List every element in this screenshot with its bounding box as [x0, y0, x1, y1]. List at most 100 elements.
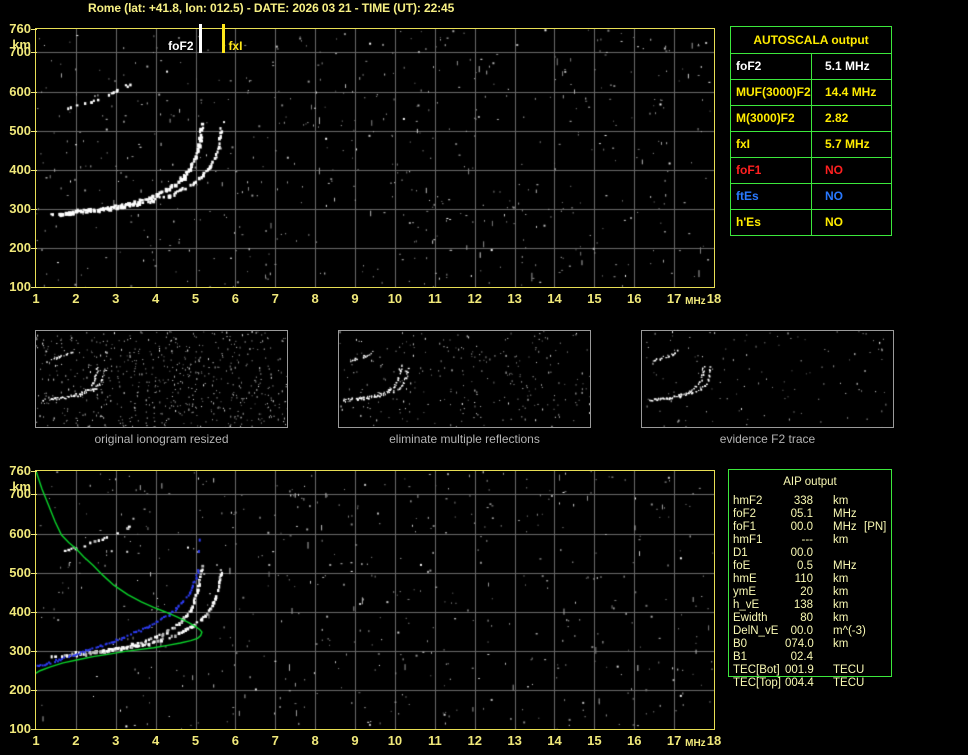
aip-label: Ewidth: [733, 612, 768, 624]
x-tick-label: 5: [191, 733, 200, 748]
table-row: ftEs NO: [731, 184, 891, 210]
aip-value: 110: [794, 573, 813, 585]
y-tick-label: 500: [9, 122, 31, 138]
x-tick-label: 13: [507, 733, 522, 748]
aip-unit: km: [833, 495, 849, 507]
x-tick-label: 8: [311, 733, 319, 748]
aip-unit: MHz: [833, 560, 857, 572]
aip-note: [PN]: [864, 521, 887, 533]
aip-value: 20: [800, 586, 813, 598]
aip-note: [864, 638, 892, 651]
aip-label: hmF1: [733, 534, 763, 546]
autoscala-table-title: AUTOSCALA output: [731, 27, 891, 54]
y-tick-mark: [31, 287, 37, 288]
thumbnail-canvas: [36, 331, 287, 427]
aip-value: 004.4: [785, 677, 814, 689]
y-tick-label: 760: [9, 21, 31, 36]
y-tick-mark: [31, 572, 37, 574]
y-tick-label: 400: [9, 603, 31, 619]
aip-label: hmE: [733, 573, 757, 585]
aip-label: ymE: [733, 586, 756, 598]
y-tick-label: 300: [9, 642, 31, 658]
aip-table-title: AIP output: [783, 476, 837, 488]
aip-unit: MHz: [833, 508, 857, 520]
parameter-label: h'Es: [731, 210, 812, 235]
x-tick-label: 1: [32, 733, 40, 748]
aip-unit: km: [833, 586, 849, 598]
table-row: hmF1 --- km: [728, 534, 892, 547]
aip-value: 0.5: [797, 560, 813, 572]
x-tick-label: 9: [351, 733, 359, 748]
aip-value: 001.9: [785, 664, 814, 676]
x-tick-label: 13: [507, 291, 522, 306]
aip-unit: m^(-3): [833, 625, 866, 637]
aip-note: [864, 599, 892, 612]
x-tick-label: 12: [467, 291, 482, 306]
frequency-marker-line: [222, 24, 226, 53]
autoscala-output-table: AUTOSCALA output foF2 5.1 MHz MUF(3000)F2 1…: [730, 26, 892, 236]
parameter-label: fxI: [731, 132, 812, 157]
x-tick-label: 4: [152, 733, 160, 748]
aip-label: TEC[Top]: [733, 677, 781, 689]
y-tick-label: 500: [9, 564, 31, 580]
aip-note: [864, 560, 892, 573]
table-row: M(3000)F2 2.82: [731, 106, 891, 132]
x-tick-label: 14: [547, 733, 562, 748]
table-row: foF1 00.0 MHz [PN]: [728, 521, 892, 534]
y-tick-label: 200: [9, 239, 31, 255]
y-tick-label: 300: [9, 200, 31, 216]
parameter-label: ftEs: [731, 184, 812, 209]
y-tick-mark: [31, 208, 37, 210]
table-row: foF2 5.1 MHz: [731, 54, 891, 80]
thumbnail-eliminate-reflections: [338, 330, 591, 428]
table-row: h'Es NO: [731, 210, 891, 235]
parameter-value: NO: [825, 163, 843, 177]
x-tick-label: 7: [271, 733, 279, 748]
aip-unit: TECU: [833, 677, 865, 689]
aip-table-rows: hmF2 338 km foF2 05.1 MHz foF1 00.0 MHz [PN] hmF1 -…: [728, 495, 892, 690]
x-tick-label: 3: [112, 733, 120, 748]
parameter-value: 5.7 MHz: [825, 137, 870, 151]
x-tick-label: 8: [311, 291, 319, 306]
x-tick-label: 15: [587, 291, 602, 306]
scaled-ionogram-plot: 760 700 600 500 400 300 200 100 km 1 2 3 4 5 6 7 8 9 10 11 1…: [9, 21, 721, 307]
parameter-value: 2.82: [825, 111, 849, 125]
x-tick-label: 10: [387, 291, 403, 306]
thumbnail-original-ionogram: [35, 330, 288, 428]
aip-unit: TECU: [833, 664, 865, 676]
table-row: DelN_vE 00.0 m^(-3): [728, 625, 892, 638]
table-row: TEC[Bot] 001.9 TECU: [728, 664, 892, 677]
table-row: fxI 5.7 MHz: [731, 132, 891, 158]
y-tick-label: 200: [9, 681, 31, 697]
aip-value: 02.4: [790, 651, 813, 663]
autoscala-table-rows: foF2 5.1 MHz MUF(3000)F2 14.4 MHz M(3000)F2 2…: [731, 54, 891, 235]
aip-note: [864, 508, 892, 521]
x-tick-label: 2: [72, 733, 80, 748]
y-tick-mark: [31, 169, 37, 171]
aip-value: 138: [793, 599, 813, 611]
table-row: Ewidth 80 km: [728, 612, 892, 625]
thumbnail-caption: evidence F2 trace: [719, 432, 816, 446]
x-tick-label: 17: [666, 291, 682, 306]
y-tick-label: 760: [9, 463, 31, 478]
x-axis-unit-label: MHz: [685, 296, 706, 307]
parameter-label: MUF(3000)F2: [731, 80, 812, 105]
thumbnail-canvas: [642, 331, 893, 427]
thumbnail-caption: original ionogram resized: [94, 432, 229, 446]
table-row: B1 02.4: [728, 651, 892, 664]
x-tick-label: 17: [666, 733, 682, 748]
parameter-value: 5.1 MHz: [825, 59, 870, 73]
parameter-label: foF2: [731, 54, 812, 79]
aip-note: [864, 664, 892, 677]
y-axis-unit-label: km: [12, 37, 31, 52]
aip-label: foF1: [733, 521, 757, 533]
y-tick-label: 600: [9, 83, 31, 99]
frequency-marker-label: foF2: [168, 39, 194, 53]
x-tick-label: 1: [32, 291, 40, 306]
y-tick-label: 400: [9, 161, 31, 177]
aip-note: [864, 625, 892, 638]
table-row: h_vE 138 km: [728, 599, 892, 612]
aip-value: 05.1: [790, 508, 813, 520]
y-tick-mark: [31, 533, 37, 535]
aip-unit: km: [833, 638, 849, 650]
